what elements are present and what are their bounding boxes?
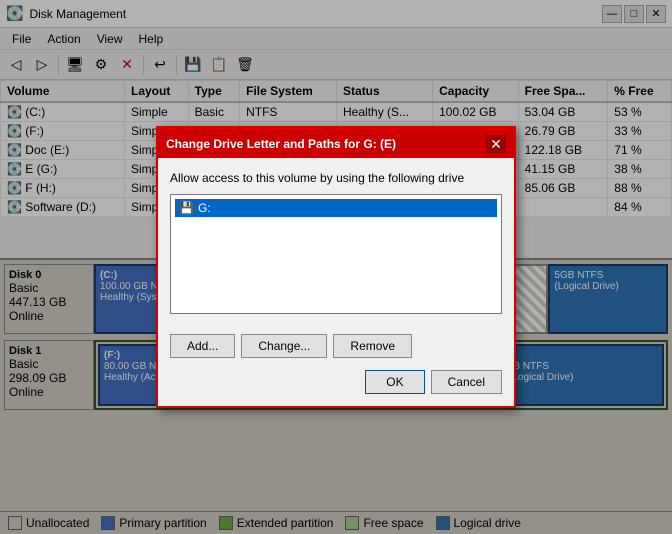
dialog-ok-cancel: OK Cancel bbox=[158, 370, 514, 406]
remove-button[interactable]: Remove bbox=[333, 334, 412, 358]
cancel-button[interactable]: Cancel bbox=[431, 370, 502, 394]
change-button[interactable]: Change... bbox=[241, 334, 327, 358]
dialog-action-buttons: Add... Change... Remove bbox=[158, 326, 514, 370]
dialog-list-item-label: G: bbox=[198, 201, 211, 215]
dialog-description: Allow access to this volume by using the… bbox=[170, 170, 502, 187]
dialog-title-bar: Change Drive Letter and Paths for G: (E)… bbox=[158, 130, 514, 158]
dialog-overlay: Change Drive Letter and Paths for G: (E)… bbox=[0, 0, 672, 534]
dialog-close-button[interactable]: ✕ bbox=[486, 135, 506, 153]
ok-button[interactable]: OK bbox=[365, 370, 424, 394]
dialog-drive-list[interactable]: 💾 G: bbox=[170, 194, 502, 314]
dialog-body: Allow access to this volume by using the… bbox=[158, 158, 514, 327]
drive-icon: 💾 bbox=[179, 201, 194, 215]
dialog-title: Change Drive Letter and Paths for G: (E) bbox=[166, 137, 486, 151]
add-button[interactable]: Add... bbox=[170, 334, 235, 358]
dialog-list-item-g[interactable]: 💾 G: bbox=[175, 199, 497, 217]
change-drive-dialog: Change Drive Letter and Paths for G: (E)… bbox=[156, 126, 516, 409]
